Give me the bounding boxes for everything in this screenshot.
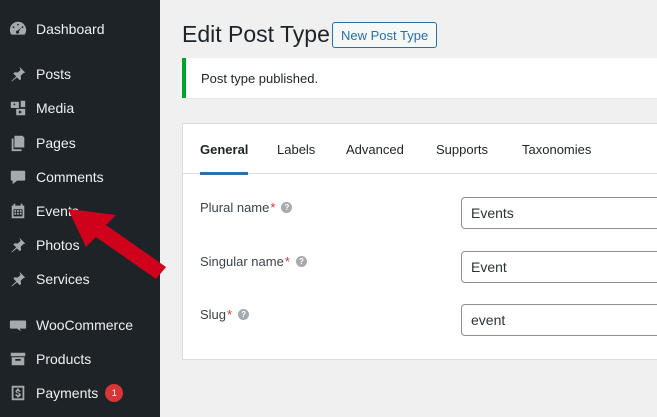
sidebar-item-pages[interactable]: Pages [0,126,160,160]
required-marker: * [270,200,276,215]
sidebar-item-label: WooCommerce [36,317,133,333]
pin-icon [8,64,28,84]
sidebar-item-label: Pages [36,135,76,151]
calendar-icon [8,201,28,221]
notice-text: Post type published. [201,70,319,86]
sidebar-item-comments[interactable]: Comments [0,160,160,194]
sidebar-item-label: Dashboard [36,21,105,37]
tab-taxonomies[interactable]: Taxonomies [522,124,591,174]
media-icon [8,98,28,118]
help-icon[interactable]: ? [238,309,250,320]
singular-name-input[interactable] [461,251,657,283]
annotation-arrow-icon [68,209,166,279]
required-marker: * [284,254,290,269]
page-title: Edit Post Type [182,21,330,47]
tab-labels[interactable]: Labels [277,124,315,174]
sidebar-item-media[interactable]: Media [0,91,160,125]
field-label-text: Plural name [200,200,270,215]
woo-icon [8,315,28,335]
sidebar-item-label: Comments [36,169,104,185]
settings-tabs: General Labels Advanced Supports Taxonom… [183,124,657,175]
sidebar-item-posts[interactable]: Posts [0,57,160,91]
slug-input[interactable] [461,304,657,336]
sidebar-item-label: Payments [36,385,99,401]
sidebar-item-woocommerce[interactable]: WooCommerce [0,308,160,342]
help-icon[interactable]: ? [295,256,307,267]
pages-icon [8,133,28,153]
new-post-type-button[interactable]: New Post Type [332,22,438,48]
sidebar-item-label: Media [36,100,75,116]
plural-name-label: Plural name * ? [200,200,293,215]
notification-badge: 1 [105,384,124,402]
pin-icon [8,269,28,289]
comment-icon [8,167,28,187]
slug-label: Slug * ? [200,307,250,322]
required-marker: * [227,307,233,322]
pin-icon [8,235,28,255]
dashboard-icon [8,19,28,39]
field-label-text: Singular name [200,254,284,269]
success-notice: Post type published. [182,58,657,98]
singular-name-label: Singular name * ? [200,254,307,269]
field-label-text: Slug [200,307,227,322]
tab-general[interactable]: General [200,124,249,175]
tab-advanced[interactable]: Advanced [346,124,404,174]
help-icon[interactable]: ? [281,202,293,213]
sidebar-item-payments[interactable]: Payments 1 [0,376,160,410]
tab-supports[interactable]: Supports [436,124,488,174]
sidebar-item-label: Posts [36,66,72,82]
sidebar-item-label: Products [36,351,92,367]
dollar-icon [8,383,28,403]
sidebar-item-products[interactable]: Products [0,342,160,376]
sidebar-item-dashboard[interactable]: Dashboard [0,12,160,46]
plural-name-input[interactable] [461,197,657,229]
post-type-settings-panel: General Labels Advanced Supports Taxonom… [182,123,657,360]
archive-icon [8,349,28,369]
